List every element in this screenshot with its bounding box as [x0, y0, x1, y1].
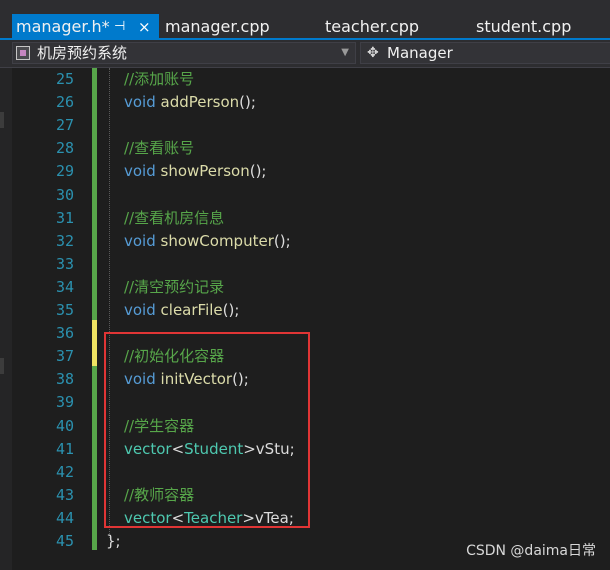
line-number: 45	[55, 532, 74, 550]
project-icon	[16, 46, 30, 60]
code-comment: //查看机房信息	[124, 209, 225, 227]
saved-change-bar	[92, 68, 97, 320]
code-line: void clearFile();	[124, 299, 239, 322]
line-number: 36	[55, 324, 74, 342]
line-number: 33	[55, 255, 74, 273]
line-number: 43	[55, 486, 74, 504]
code-keyword: void	[124, 232, 156, 250]
tab-label: teacher.cpp	[325, 17, 420, 36]
strip-marker	[0, 358, 4, 374]
left-tool-strip	[0, 68, 12, 570]
code-line: void showPerson();	[124, 160, 266, 183]
line-number: 35	[55, 301, 74, 319]
line-number: 42	[55, 463, 74, 481]
line-number: 32	[55, 232, 74, 250]
line-number: 37	[55, 347, 74, 365]
pin-icon[interactable]: ⊣	[114, 14, 125, 40]
code-line: void addPerson();	[124, 91, 256, 114]
code-keyword: void	[124, 93, 156, 111]
code-line: void showComputer();	[124, 230, 291, 253]
code-keyword: void	[124, 301, 156, 319]
line-number: 38	[55, 370, 74, 388]
code-punctuation: ();	[239, 93, 256, 111]
code-line: //清空预约记录	[124, 276, 224, 299]
annotation-highlight-box	[104, 332, 310, 528]
code-punctuation: ();	[222, 301, 240, 319]
line-number: 25	[55, 70, 74, 88]
code-keyword: void	[124, 162, 156, 180]
saved-change-bar	[92, 366, 97, 550]
line-number: 28	[55, 139, 74, 157]
tab-label: student.cpp	[476, 17, 572, 36]
tab-label: manager.cpp	[165, 17, 270, 36]
watermark: CSDN @daima日常	[466, 543, 596, 559]
line-number: 31	[55, 209, 74, 227]
document-tab-bar: manager.h* ⊣ × manager.cpp teacher.cpp s…	[0, 0, 610, 40]
code-line: //查看机房信息	[124, 207, 224, 230]
code-comment: //添加账号	[124, 70, 195, 88]
tab-teacher-cpp[interactable]: teacher.cpp	[325, 14, 419, 40]
class-icon: ✥	[367, 45, 379, 61]
code-line: //添加账号	[124, 68, 194, 91]
tab-student-cpp[interactable]: student.cpp	[476, 14, 571, 40]
unsaved-change-bar	[92, 320, 97, 366]
line-number: 34	[55, 278, 74, 296]
project-dropdown[interactable]: 机房预约系统 ▼	[12, 42, 356, 64]
code-function-name: showPerson	[160, 162, 250, 180]
tab-label: manager.h*	[16, 17, 110, 36]
project-name: 机房预约系统	[37, 44, 128, 62]
code-function-name: clearFile	[160, 301, 223, 319]
line-number: 27	[55, 116, 74, 134]
tab-manager-cpp[interactable]: manager.cpp	[165, 14, 270, 40]
line-number: 40	[55, 417, 74, 435]
chevron-down-icon[interactable]: ▼	[341, 43, 349, 63]
line-number: 30	[55, 186, 74, 204]
code-line: //查看账号	[124, 137, 194, 160]
line-number: 26	[55, 93, 74, 111]
scope-name: Manager	[387, 44, 453, 62]
close-icon[interactable]: ×	[138, 14, 151, 40]
scope-dropdown[interactable]: ✥ Manager	[360, 42, 610, 64]
navigation-bar: 机房预约系统 ▼ ✥ Manager	[0, 40, 610, 68]
line-number: 44	[55, 509, 74, 527]
code-function-name: addPerson	[160, 93, 240, 111]
line-number: 39	[55, 393, 74, 411]
code-function-name: showComputer	[160, 232, 274, 250]
line-number: 41	[55, 440, 74, 458]
code-punctuation: ();	[249, 162, 267, 180]
code-comment: //清空预约记录	[124, 278, 225, 296]
code-punctuation: ();	[273, 232, 291, 250]
code-comment: //查看账号	[124, 139, 195, 157]
code-closing-brace: };	[106, 532, 121, 550]
strip-marker	[0, 112, 4, 128]
tab-manager-h[interactable]: manager.h* ⊣ ×	[12, 14, 159, 40]
line-number: 29	[55, 162, 74, 180]
